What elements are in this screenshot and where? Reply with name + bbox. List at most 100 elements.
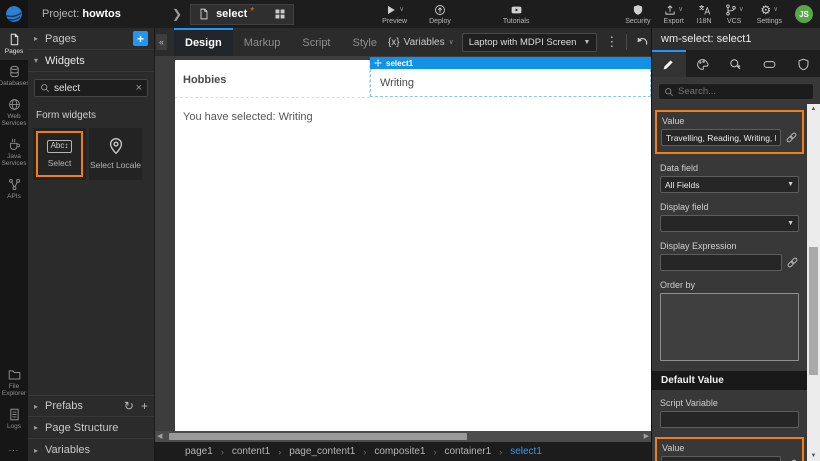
preview-button[interactable]: ∨ Preview (382, 4, 407, 25)
variables-section-header[interactable]: ▸ Variables (28, 439, 154, 461)
breadcrumb-page-content1[interactable]: page_content1 (289, 446, 355, 457)
form-row: Hobbies select1 Writing (175, 60, 651, 98)
gear-icon: ⚙ (760, 4, 771, 16)
hobbies-label[interactable]: Hobbies (175, 60, 370, 98)
rail-label: Databases (0, 80, 30, 87)
export-icon (664, 4, 676, 16)
i18n-button[interactable]: I18N (697, 4, 712, 25)
tab-inspect[interactable] (719, 50, 753, 77)
select1-dropdown[interactable]: Writing (370, 69, 651, 97)
properties-search-input[interactable] (678, 86, 808, 97)
field-label: Order by (660, 280, 799, 290)
scroll-up-icon[interactable]: ▲ (807, 106, 820, 112)
bind-link-icon[interactable] (786, 256, 799, 269)
wavemaker-logo-icon (5, 5, 23, 23)
value-input[interactable] (661, 129, 781, 146)
rail-item-apis[interactable]: APIs (0, 173, 28, 205)
tab-style[interactable]: Style (342, 28, 388, 56)
settings-button[interactable]: ⚙∨ Settings (757, 4, 782, 25)
rail-item-databases[interactable]: Databases (0, 60, 28, 92)
scroll-right-icon[interactable]: ▶ (644, 432, 649, 440)
field-label: Script Variable (660, 398, 799, 408)
widgets-section-header[interactable]: ▾ Widgets (28, 50, 154, 72)
rail-label: Web Services (1, 113, 27, 128)
play-icon (385, 4, 397, 16)
user-avatar[interactable]: JS (795, 5, 813, 23)
tab-security[interactable] (786, 50, 820, 77)
rail-item-file-explorer[interactable]: File Explorer (0, 363, 28, 403)
widget-tiles: Abc↕ Select Select Locale (28, 128, 154, 180)
horizontal-scroll-thumb[interactable] (169, 433, 467, 440)
export-button[interactable]: ∨ Export (664, 4, 684, 25)
tab-dialogs[interactable] (753, 50, 787, 77)
palette-icon (696, 58, 709, 71)
more-options-icon[interactable]: ⋮ (605, 34, 618, 50)
wavemaker-logo[interactable] (0, 0, 28, 28)
vcs-button[interactable]: ∨ VCS (725, 4, 744, 25)
rail-item-web-services[interactable]: Web Services (0, 93, 28, 133)
refresh-icon[interactable]: ↻ (124, 399, 134, 413)
vcs-branch-icon (725, 4, 737, 16)
breadcrumb-content1[interactable]: content1 (232, 446, 270, 457)
security-button[interactable]: Security (625, 4, 650, 25)
breadcrumb-page1[interactable]: page1 (185, 446, 213, 457)
rail-more-button[interactable]: ... (0, 435, 28, 461)
select-widget-icon: Abc↕ (47, 140, 73, 153)
display-expression-input[interactable] (660, 254, 782, 271)
rail-item-pages[interactable]: Pages (0, 28, 28, 60)
select1-widget[interactable]: select1 Writing (370, 57, 651, 98)
widget-search-input[interactable] (54, 83, 132, 94)
tab-styles[interactable] (686, 50, 720, 77)
tab-properties[interactable] (652, 50, 686, 77)
breadcrumb-chevron-icon: › (363, 447, 366, 457)
tab-design[interactable]: Design (174, 28, 233, 56)
widget-tile-select[interactable]: Abc↕ Select (33, 128, 86, 180)
deploy-button[interactable]: Deploy (429, 4, 451, 25)
order-by-field: Order by (660, 280, 799, 361)
rail-label: File Explorer (1, 383, 27, 398)
rail-item-logs[interactable]: Logs (0, 403, 28, 435)
page-canvas[interactable]: Hobbies select1 Writing You have selecte… (175, 60, 651, 431)
widget-tile-select-locale[interactable]: Select Locale (89, 128, 142, 180)
device-select[interactable]: Laptop with MDPI Screen ▼ (462, 33, 598, 52)
field-label: Data field (660, 163, 799, 173)
project-title: Project: howtos (42, 8, 146, 20)
database-icon (8, 65, 21, 78)
collapse-left-panel-button[interactable]: « (156, 34, 167, 50)
select1-widget-header[interactable]: select1 (370, 57, 651, 69)
breadcrumb-composite1[interactable]: composite1 (374, 446, 425, 457)
editor-toolbar: « Design Markup Script Style {x} Variabl… (155, 28, 651, 56)
undo-icon[interactable] (635, 35, 649, 49)
add-page-button[interactable]: + (133, 31, 148, 46)
bind-link-icon[interactable] (785, 131, 798, 144)
vertical-scrollbar[interactable]: ▲ ▼ (807, 104, 820, 461)
scroll-down-icon[interactable]: ▼ (807, 453, 820, 459)
page-tab-select[interactable]: select * (190, 4, 294, 25)
vertical-scroll-thumb[interactable] (809, 247, 818, 376)
breadcrumb-select1[interactable]: select1 (510, 446, 542, 457)
data-field-select[interactable]: All Fields ▼ (660, 176, 799, 193)
pages-icon (8, 33, 21, 46)
rail-item-java-services[interactable]: Java Services (0, 133, 28, 173)
tutorials-button[interactable]: Tutorials (503, 4, 530, 25)
tab-script[interactable]: Script (291, 28, 341, 56)
prefabs-section-header[interactable]: ▸ Prefabs ↻+ (28, 395, 154, 417)
page-structure-section-header[interactable]: ▸ Page Structure (28, 417, 154, 439)
tab-markup[interactable]: Markup (233, 28, 292, 56)
pages-section-header[interactable]: ▸ Pages + (28, 28, 154, 50)
variables-dropdown[interactable]: {x} Variables ∨ (388, 37, 454, 48)
breadcrumb-container1[interactable]: container1 (445, 446, 492, 457)
script-variable-input[interactable] (660, 411, 799, 428)
default-value-input[interactable] (661, 456, 781, 461)
design-canvas[interactable]: Hobbies select1 Writing You have selecte… (155, 56, 651, 431)
display-field-select[interactable]: ▼ (660, 215, 799, 232)
scroll-left-icon[interactable]: ◀ (157, 432, 162, 440)
add-prefab-icon[interactable]: + (141, 399, 148, 413)
settings-label: Settings (757, 18, 782, 25)
display-expression-field: Display Expression (660, 241, 799, 271)
order-by-box[interactable] (660, 293, 799, 361)
clear-search-icon[interactable]: × (136, 82, 142, 94)
horizontal-scrollbar[interactable]: ◀ ▶ (155, 431, 651, 442)
grid-view-icon[interactable] (274, 8, 286, 20)
move-icon (374, 59, 382, 67)
